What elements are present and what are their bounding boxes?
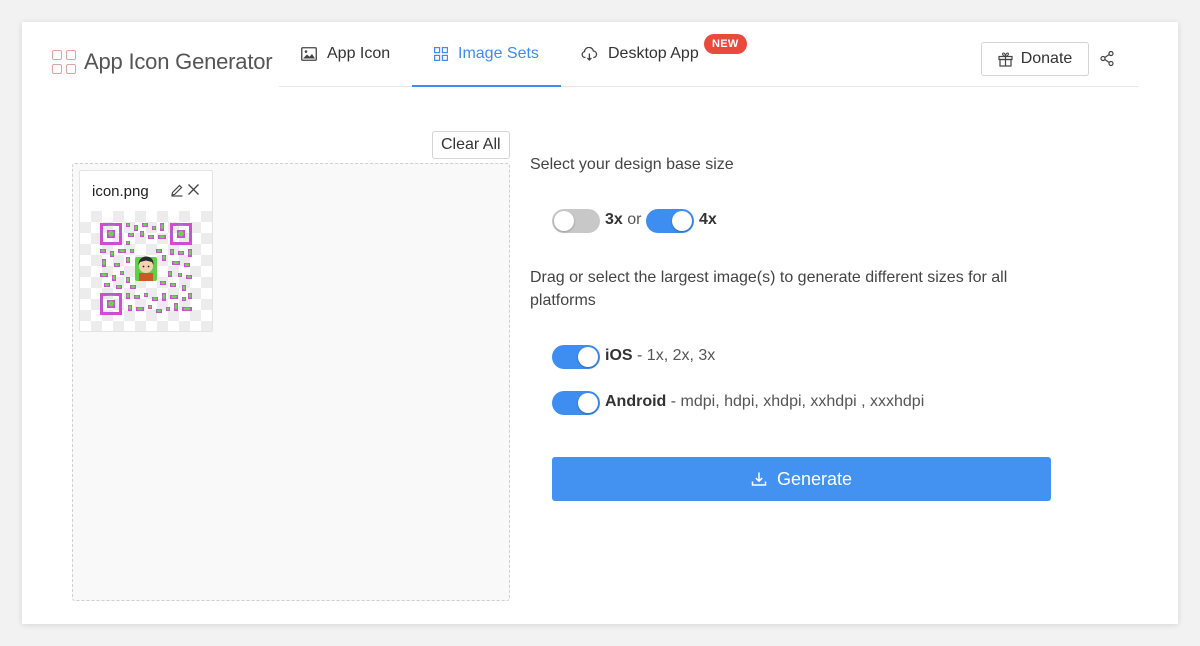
android-platform-text: Android - mdpi, hdpi, xhdpi, xxhdpi , xx… [605, 393, 924, 411]
generate-label: Generate [776, 468, 853, 489]
base-size-prompt: Select your design base size [530, 156, 734, 173]
toggle-knob [554, 211, 574, 231]
grid-icon [434, 47, 448, 61]
image-dropzone[interactable]: icon.png [72, 163, 510, 601]
tab-label: Desktop App [608, 45, 699, 62]
generate-button[interactable]: Generate [552, 457, 1051, 501]
option-3x-label: 3x [605, 211, 623, 228]
toggle-android[interactable] [552, 391, 600, 415]
android-sizes: - mdpi, hdpi, xhdpi, xxhdpi , xxxhdpi [670, 393, 925, 410]
download-icon [751, 471, 767, 487]
base-3x-text: 3x or [605, 211, 641, 229]
tab-label: Image Sets [458, 45, 539, 62]
donate-button[interactable]: Donate [981, 42, 1089, 76]
main-card: App Icon Generator App Icon Image Sets D… [22, 22, 1178, 624]
option-4x-label: 4x [699, 211, 717, 228]
tab-app-icon[interactable]: App Icon [301, 22, 390, 86]
new-badge: NEW [704, 34, 747, 54]
ios-label: iOS [605, 347, 633, 364]
file-actions [170, 183, 200, 202]
ios-platform-text: iOS - 1x, 2x, 3x [605, 347, 715, 365]
tab-desktop-app[interactable]: Desktop App [581, 22, 699, 86]
toggle-knob [578, 393, 598, 413]
cloud-download-icon [581, 47, 598, 61]
app-title: App Icon Generator [84, 49, 273, 74]
or-text: or [627, 211, 642, 228]
logo-grid-icon [52, 50, 76, 74]
avatar [135, 256, 157, 281]
toggle-ios[interactable] [552, 345, 600, 369]
tab-image-sets[interactable]: Image Sets [412, 22, 561, 87]
app-logo[interactable]: App Icon Generator [52, 49, 273, 75]
toggle-4x[interactable] [646, 209, 694, 233]
tab-label: App Icon [327, 45, 391, 62]
close-icon[interactable] [187, 183, 200, 202]
file-name: icon.png [92, 183, 149, 200]
image-icon [301, 47, 317, 61]
android-label: Android [605, 393, 667, 410]
edit-icon[interactable] [170, 183, 184, 202]
file-preview [80, 211, 212, 331]
gift-icon [998, 51, 1013, 67]
base-4x-text: 4x [699, 211, 717, 229]
drag-prompt: Drag or select the largest image(s) to g… [530, 269, 1008, 309]
toggle-3x[interactable] [552, 209, 600, 233]
share-icon[interactable] [1100, 51, 1114, 66]
ios-sizes: - 1x, 2x, 3x [637, 347, 716, 364]
qr-code-image [100, 223, 192, 315]
donate-label: Donate [1020, 50, 1073, 67]
file-card: icon.png [79, 170, 213, 332]
toggle-knob [672, 211, 692, 231]
clear-all-button[interactable]: Clear All [432, 131, 510, 159]
toggle-knob [578, 347, 598, 367]
